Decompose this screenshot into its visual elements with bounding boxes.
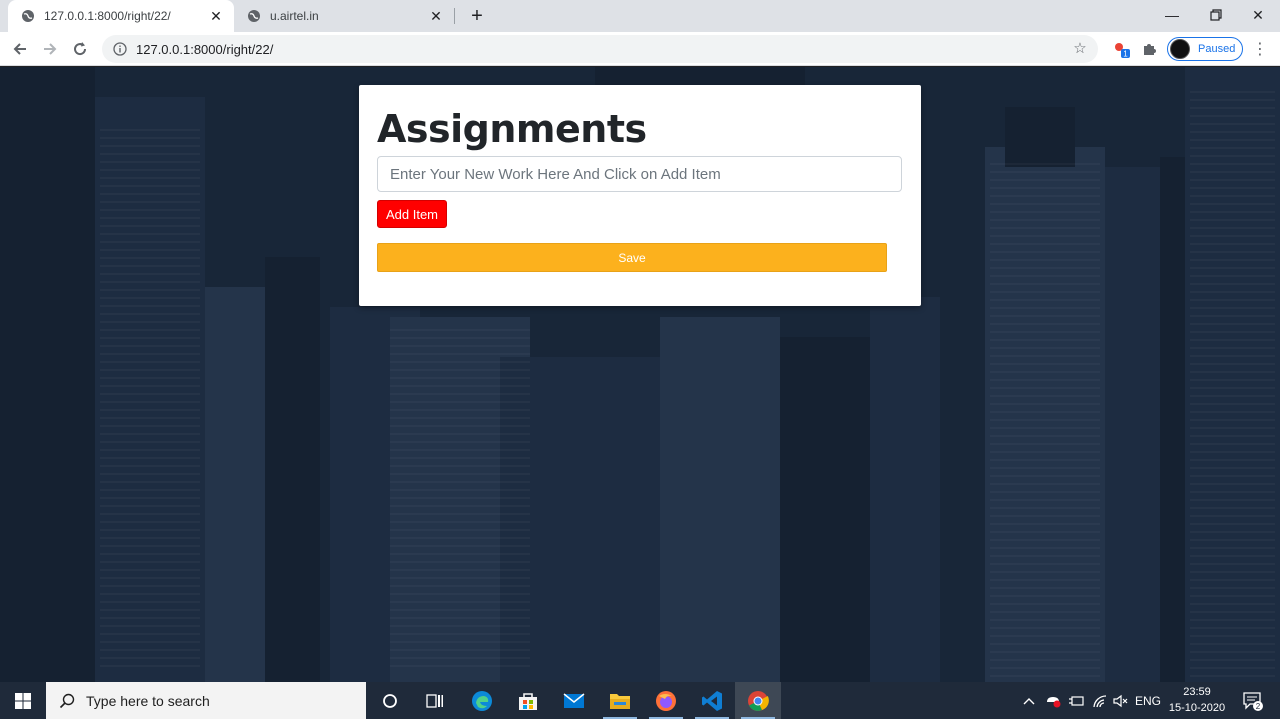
close-window-button[interactable]: ✕	[1236, 0, 1280, 30]
page-title: Assignments	[377, 107, 647, 151]
vscode-icon[interactable]	[689, 682, 735, 719]
profile-status: Paused	[1198, 43, 1236, 55]
search-icon	[58, 692, 76, 710]
notification-count: 2	[1256, 702, 1261, 711]
tab-strip: 127.0.0.1:8000/right/22/ ✕ u.airtel.in ✕…	[0, 0, 1280, 32]
chevron-up-icon[interactable]	[1018, 682, 1040, 719]
search-placeholder: Type here to search	[86, 692, 210, 709]
page-viewport: Assignments Add Item Save	[0, 67, 1280, 682]
info-icon[interactable]	[112, 41, 128, 57]
tab-separator	[454, 8, 455, 24]
bookmark-star-icon[interactable]: ☆	[1072, 41, 1088, 57]
windows-taskbar: Type here to search ENG 23:59 15-10-2020…	[0, 682, 1280, 719]
browser-toolbar: 127.0.0.1:8000/right/22/ ☆ 1 Paused ⋮	[0, 32, 1280, 66]
new-item-input[interactable]	[377, 156, 902, 192]
save-button[interactable]: Save	[377, 243, 887, 272]
restore-button[interactable]	[1194, 0, 1238, 30]
firefox-icon[interactable]	[643, 682, 689, 719]
globe-icon	[246, 8, 262, 24]
close-tab-icon[interactable]: ✕	[428, 8, 444, 24]
chrome-icon[interactable]	[735, 682, 781, 719]
taskbar-search[interactable]: Type here to search	[46, 682, 366, 719]
svg-text:1: 1	[1123, 50, 1128, 59]
system-clock[interactable]: 23:59 15-10-2020	[1164, 684, 1230, 717]
tab-title: 127.0.0.1:8000/right/22/	[44, 9, 171, 23]
battery-plug-icon[interactable]	[1065, 682, 1087, 719]
profile-button[interactable]: Paused	[1167, 37, 1243, 61]
file-explorer-icon[interactable]	[597, 682, 643, 719]
windows-logo-icon	[15, 692, 31, 709]
tab-localhost[interactable]: 127.0.0.1:8000/right/22/ ✕	[8, 0, 234, 32]
clock-date: 15-10-2020	[1168, 702, 1226, 714]
cortana-icon[interactable]	[367, 682, 413, 719]
new-tab-button[interactable]: +	[466, 4, 488, 28]
wifi-icon[interactable]	[1089, 682, 1111, 719]
volume-mute-icon[interactable]	[1110, 682, 1132, 719]
close-tab-icon[interactable]: ✕	[208, 8, 224, 24]
back-button[interactable]	[7, 36, 33, 62]
clock-time: 23:59	[1183, 686, 1211, 698]
antivirus-icon[interactable]	[1042, 682, 1064, 719]
mail-icon[interactable]	[551, 682, 597, 719]
reload-button[interactable]	[67, 36, 93, 62]
task-view-icon[interactable]	[412, 682, 458, 719]
notification-center-icon[interactable]: 2	[1236, 682, 1270, 719]
extension-icon[interactable]: 1	[1112, 40, 1130, 58]
avatar	[1170, 39, 1190, 59]
address-bar[interactable]: 127.0.0.1:8000/right/22/ ☆	[102, 35, 1098, 63]
forward-button[interactable]	[37, 36, 63, 62]
minimize-button[interactable]: —	[1150, 0, 1194, 30]
start-button[interactable]	[0, 682, 46, 719]
language-indicator[interactable]: ENG	[1134, 682, 1162, 719]
tab-title: u.airtel.in	[270, 9, 319, 23]
kebab-menu-icon[interactable]: ⋮	[1252, 40, 1268, 58]
extensions-puzzle-icon[interactable]	[1140, 40, 1158, 58]
store-icon[interactable]	[505, 682, 551, 719]
assignments-card: Assignments Add Item Save	[359, 85, 921, 306]
edge-icon[interactable]	[459, 682, 505, 719]
add-item-button[interactable]: Add Item	[377, 200, 447, 228]
globe-icon	[20, 8, 36, 24]
tab-airtel[interactable]: u.airtel.in ✕	[234, 0, 454, 32]
address-url[interactable]: 127.0.0.1:8000/right/22/	[136, 42, 273, 57]
